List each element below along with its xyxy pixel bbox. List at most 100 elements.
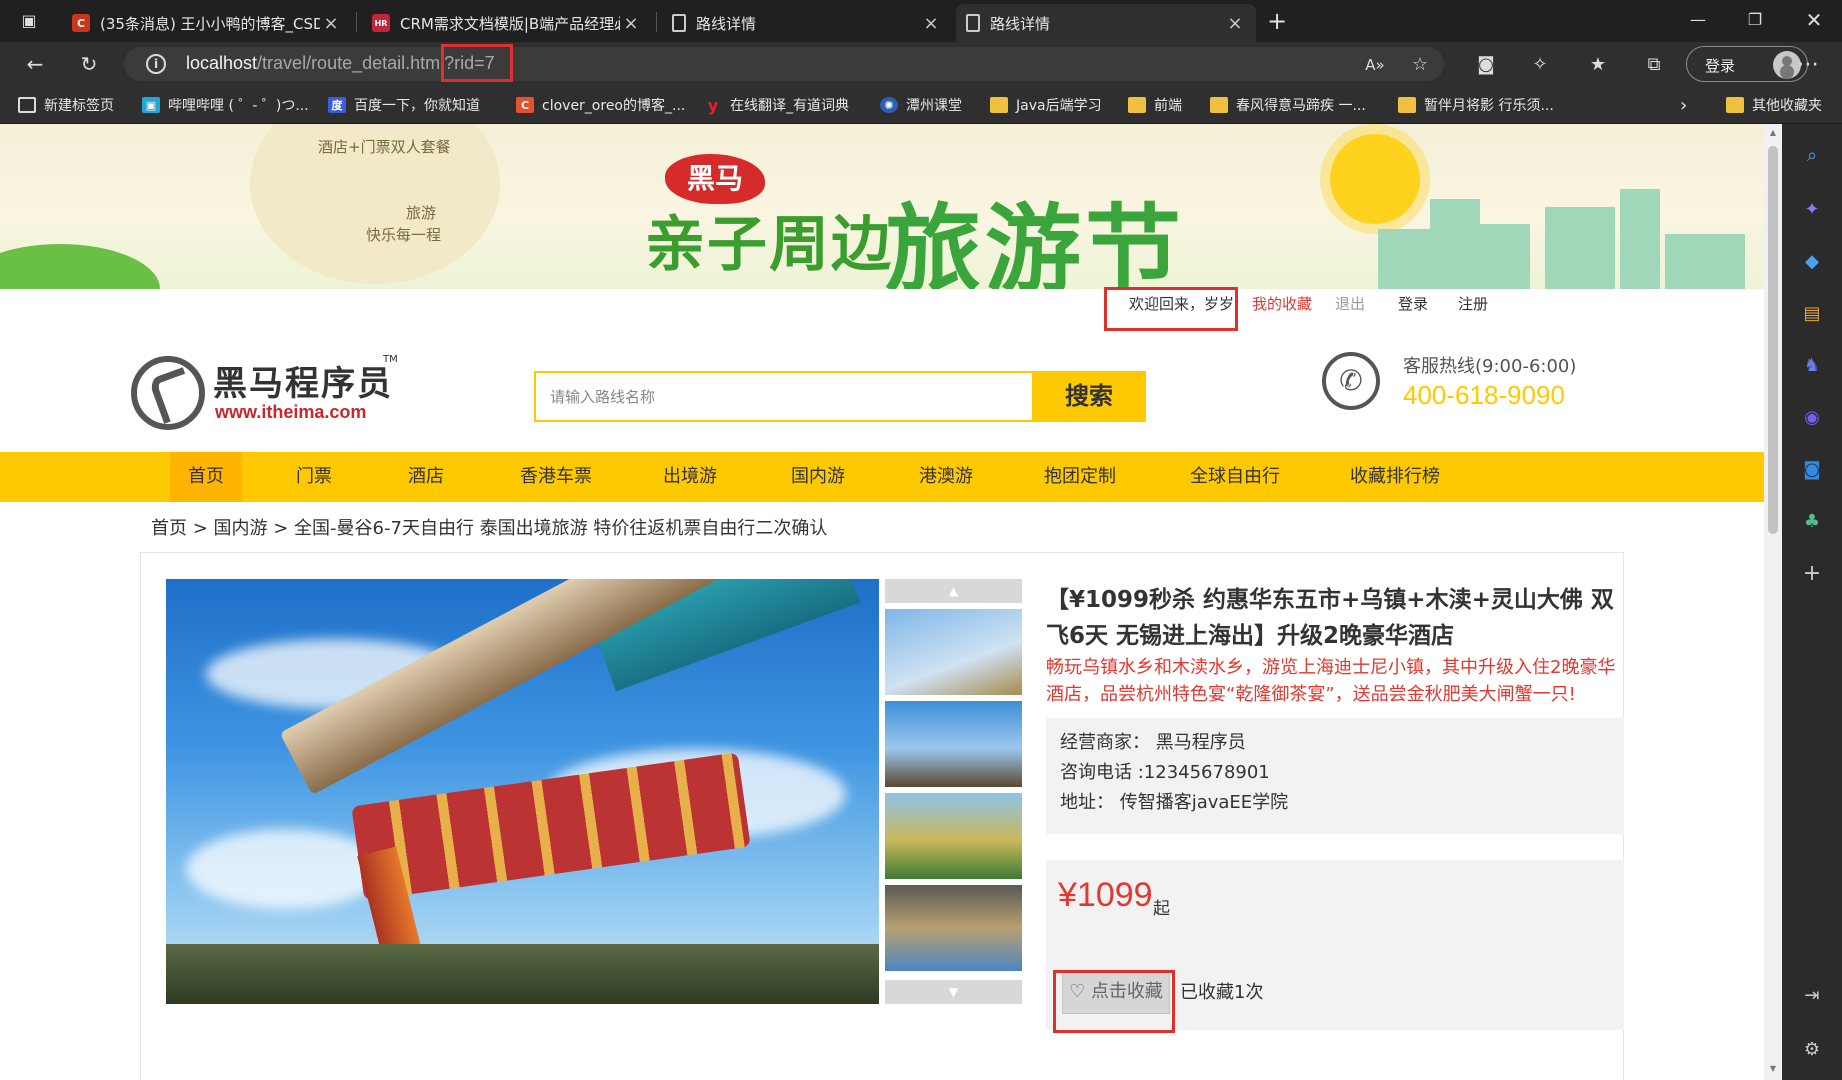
logout-link[interactable]: 退出 (1335, 289, 1365, 319)
breadcrumb: 首页 > 国内游 > 全国-曼谷6-7天自由行 泰国出境旅游 特价往返机票自由行… (151, 518, 828, 539)
back-icon[interactable]: ← (20, 50, 50, 78)
sidebar-office-icon[interactable]: ◉ (1800, 406, 1824, 430)
thumbnail-4[interactable] (885, 885, 1022, 971)
tab-title: (35条消息) 王小小鸭的博客_CSDN (100, 14, 320, 33)
extension-icon[interactable]: ◙ (1474, 53, 1498, 77)
nav-item-hotels[interactable]: 酒店 (390, 452, 462, 502)
bookmark-tanzhou[interactable]: ✺ 潭州课堂 (880, 94, 962, 116)
sidebar-tools-icon[interactable]: ▤ (1800, 302, 1824, 326)
bilibili-icon: ▣ (142, 97, 160, 113)
register-link[interactable]: 注册 (1458, 289, 1488, 319)
promo-banner[interactable]: 酒店+门票双人套餐 旅游 快乐每一程 黑马 亲子周边 旅游节 (0, 124, 1764, 289)
favorites-icon[interactable]: ★ (1586, 53, 1610, 77)
nav-item-favorite-ranking[interactable]: 收藏排行榜 (1340, 452, 1450, 502)
minimize-icon[interactable]: — (1670, 0, 1726, 40)
bookmark-label: 暂伴月将影 行乐须... (1424, 98, 1554, 114)
site-info-icon[interactable]: i (146, 54, 166, 74)
nav-item-home[interactable]: 首页 (170, 452, 242, 502)
tab-route-detail[interactable]: 路线详情 × (662, 4, 952, 42)
ground-trees (166, 944, 879, 1004)
thumbnail-strip: ▲ ▼ (885, 579, 1022, 1004)
page-icon (672, 14, 686, 32)
tab-actions-icon[interactable]: ▣ (16, 8, 42, 34)
tanzhou-icon: ✺ (880, 97, 898, 113)
bookmark-new-tab[interactable]: 新建标签页 (18, 94, 114, 116)
bookmark-folder-frontend[interactable]: 前端 (1128, 94, 1182, 116)
banner-title-small: 亲子周边 (645, 210, 893, 280)
logo-trademark: TM (383, 354, 398, 365)
bookmark-label: clover_oreo的博客_... (542, 98, 686, 114)
sidebar-search-icon[interactable]: ⌕ (1800, 144, 1824, 168)
more-menu-icon[interactable]: ⋯ (1796, 53, 1820, 77)
hotline-label: 客服热线(9:00-6:00) (1403, 356, 1577, 377)
bookmark-label: Java后端学习 (1016, 98, 1102, 114)
nav-item-hk-bus[interactable]: 香港车票 (508, 452, 604, 502)
sidebar-shopping-icon[interactable]: ◆ (1800, 250, 1824, 274)
scroll-down-icon[interactable]: ▼ (1768, 1064, 1778, 1074)
sidebar-outlook-icon[interactable]: ◙ (1800, 458, 1824, 482)
sidebar-copilot-icon[interactable]: ✦ (1800, 198, 1824, 222)
page-scrollbar[interactable]: ▲ ▼ (1764, 124, 1782, 1080)
new-tab-icon[interactable]: + (1264, 8, 1290, 34)
thumbnail-1[interactable] (885, 609, 1022, 695)
tab-close-icon[interactable]: × (620, 13, 642, 34)
tab-crm[interactable]: HR CRM需求文档模版|B端产品经理必 × (362, 4, 652, 42)
scroll-up-icon[interactable]: ▲ (1768, 128, 1778, 138)
folder-icon (1210, 97, 1228, 113)
nav-item-outbound[interactable]: 出境游 (650, 452, 730, 502)
search-input[interactable] (536, 373, 1034, 420)
phone-icon: ✆ (1322, 352, 1380, 410)
scroll-thumb[interactable] (1768, 146, 1778, 534)
favorite-count: 已收藏1次 (1180, 982, 1264, 1003)
close-window-icon[interactable]: ✕ (1786, 0, 1842, 40)
restore-icon[interactable]: ❐ (1727, 0, 1783, 40)
refresh-icon[interactable]: ↻ (74, 50, 104, 78)
tab-close-icon[interactable]: × (1224, 13, 1246, 34)
bookmark-folder-java[interactable]: Java后端学习 (990, 94, 1102, 116)
login-link[interactable]: 登录 (1398, 289, 1428, 319)
tab-csdn[interactable]: C (35条消息) 王小小鸭的博客_CSDN × (62, 4, 352, 42)
bookmark-bilibili[interactable]: ▣ 哔哩哔哩 ( ゜- ゜)つ... (142, 94, 309, 116)
nav-item-global-free[interactable]: 全球自由行 (1180, 452, 1290, 502)
extensions-puzzle-icon[interactable]: ✧ (1528, 53, 1552, 77)
bookmark-folder-poem2[interactable]: 暂伴月将影 行乐须... (1398, 94, 1554, 116)
bookmark-baidu[interactable]: 度 百度一下，你就知道 (328, 94, 480, 116)
tab-close-icon[interactable]: × (320, 13, 342, 34)
thumb-up-icon[interactable]: ▲ (885, 579, 1022, 603)
profile-login-button[interactable]: 登录 (1686, 46, 1808, 82)
add-favorite-icon[interactable]: ☆ (1408, 53, 1432, 77)
sidebar-games-icon[interactable]: ♞ (1800, 354, 1824, 378)
tab-route-detail-active[interactable]: 路线详情 × (956, 4, 1256, 42)
search-button[interactable]: 搜索 (1032, 371, 1146, 422)
bookmark-csdn-clover[interactable]: C clover_oreo的博客_... (516, 94, 685, 116)
nav-item-hk-macau[interactable]: 港澳游 (906, 452, 986, 502)
bookmark-other-favorites[interactable]: 其他收藏夹 (1726, 94, 1822, 116)
tab-close-icon[interactable]: × (920, 13, 942, 34)
banner-building (1545, 207, 1615, 289)
sidebar-hide-icon[interactable]: ⇥ (1800, 984, 1824, 1008)
nav-item-group-custom[interactable]: 抱团定制 (1032, 452, 1128, 502)
logo-name: 黑马程序员 (213, 364, 393, 404)
sidebar-add-icon[interactable]: + (1800, 562, 1824, 586)
banner-hill (0, 244, 160, 289)
route-subtitle: 畅玩乌镇水乡和木渎水乡，游览上海迪士尼小镇，其中升级入住2晚豪华酒店，品尝杭州特… (1046, 657, 1616, 705)
bookmark-youdao[interactable]: y 在线翻译_有道词典 (704, 94, 849, 116)
url-field[interactable]: i localhost/travel/route_detail.html?rid… (124, 47, 1444, 81)
bookmark-label: 春风得意马蹄疾 一... (1236, 98, 1366, 114)
thumbnail-2[interactable] (885, 701, 1022, 787)
collections-icon[interactable]: ⧉ (1642, 53, 1666, 77)
my-favorites-link[interactable]: 我的收藏 (1252, 289, 1312, 319)
thumbnail-3[interactable] (885, 793, 1022, 879)
bookmarks-overflow-chevron-icon[interactable]: › (1680, 94, 1687, 116)
banner-building (1665, 234, 1745, 289)
nav-item-domestic[interactable]: 国内游 (778, 452, 858, 502)
bookmark-folder-poem1[interactable]: 春风得意马蹄疾 一... (1210, 94, 1366, 116)
read-aloud-icon[interactable]: A» (1363, 53, 1387, 77)
banner-building (1470, 224, 1530, 289)
thumb-down-icon[interactable]: ▼ (885, 980, 1022, 1004)
site-logo[interactable]: 黑马程序员 TM www.itheima.com (131, 352, 401, 430)
tab-title: 路线详情 (990, 14, 1051, 33)
sidebar-drop-icon[interactable]: ♣ (1800, 510, 1824, 534)
sidebar-settings-icon[interactable]: ⚙ (1800, 1038, 1824, 1062)
nav-item-tickets[interactable]: 门票 (278, 452, 350, 502)
